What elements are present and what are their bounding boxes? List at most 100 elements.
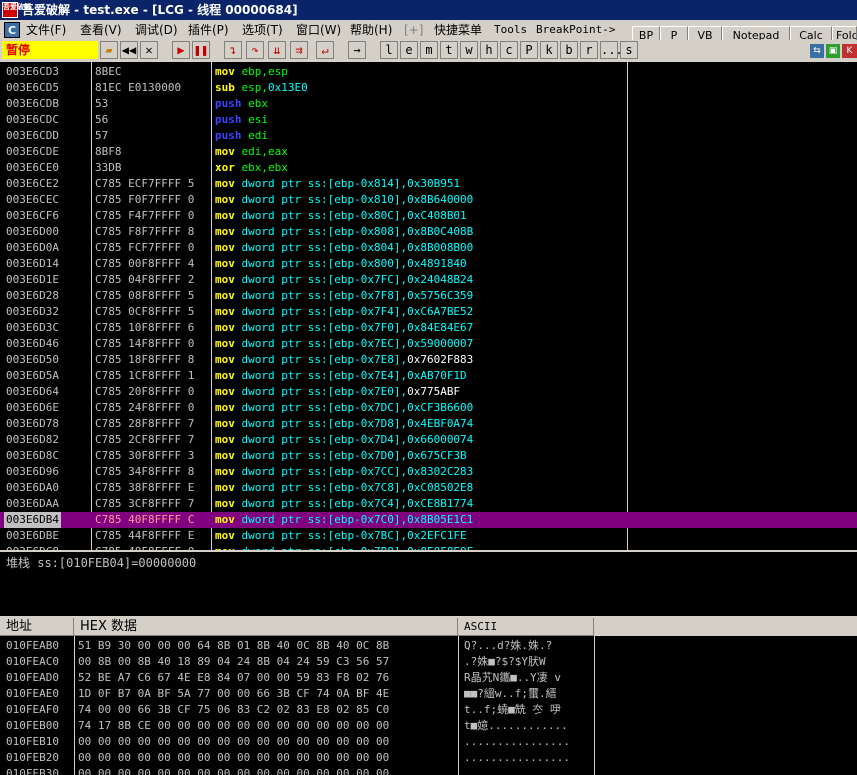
- dump-ascii: ................: [464, 751, 570, 764]
- patches-button[interactable]: P: [520, 41, 538, 59]
- disasm-bytes: C785 18F8FFFF 8: [95, 353, 195, 366]
- threads-button[interactable]: t: [440, 41, 458, 59]
- dump-header-ascii[interactable]: ASCII: [458, 618, 594, 636]
- trace-over-icon[interactable]: ⇉: [290, 41, 308, 59]
- dump-row[interactable]: 010FEB20 00 00 00 00 00 00 00 00 00 00 00…: [0, 750, 857, 766]
- disasm-row[interactable]: 003E6D28 C785 08F8FFFF 5 mov dword ptr ss:…: [0, 288, 857, 304]
- disasm-row[interactable]: 003E6D5A C785 1CF8FFFF 1 mov dword ptr ss:…: [0, 368, 857, 384]
- dump-row[interactable]: 010FEAE0 1D 0F B7 0A BF 5A 77 00 00 66 3B…: [0, 686, 857, 702]
- cpu-button[interactable]: c: [500, 41, 518, 59]
- go-to-icon[interactable]: →: [348, 41, 366, 59]
- disasm-row[interactable]: 003E6D96 C785 34F8FFFF 8 mov dword ptr ss:…: [0, 464, 857, 480]
- menu-help[interactable]: 帮助(H): [350, 20, 392, 40]
- disasm-row[interactable]: 003E6CF6 C785 F4F7FFFF 0 mov dword ptr ss:…: [0, 208, 857, 224]
- disasm-row[interactable]: 003E6CE2 C785 ECF7FFFF 5 mov dword ptr ss:…: [0, 176, 857, 192]
- dump-row[interactable]: 010FEB10 00 00 00 00 00 00 00 00 00 00 00…: [0, 734, 857, 750]
- disasm-row[interactable]: 003E6D14 C785 00F8FFFF 4 mov dword ptr ss:…: [0, 256, 857, 272]
- disassembly-pane[interactable]: 003E6CD3 8BEC mov ebp,esp 003E6CD5 81EC E013…: [0, 62, 857, 550]
- disasm-row[interactable]: 003E6D50 C785 18F8FFFF 8 mov dword ptr ss:…: [0, 352, 857, 368]
- disasm-row[interactable]: 003E6D1E C785 04F8FFFF 2 mov dword ptr ss:…: [0, 272, 857, 288]
- disasm-address: 003E6CD3: [6, 65, 59, 78]
- menu-options[interactable]: 选项(T): [242, 20, 283, 40]
- disasm-operand: ebx,ebx: [241, 161, 288, 174]
- close-icon[interactable]: ✕: [140, 41, 158, 59]
- disasm-instruction: mov edi,eax: [215, 144, 288, 160]
- step-over-icon[interactable]: ↷: [246, 41, 264, 59]
- handles-button[interactable]: h: [480, 41, 498, 59]
- rewind-icon[interactable]: ◀◀: [120, 41, 138, 59]
- disasm-row[interactable]: 003E6CDD 57 push edi: [0, 128, 857, 144]
- disasm-row[interactable]: 003E6D32 C785 0CF8FFFF 5 mov dword ptr ss:…: [0, 304, 857, 320]
- layout-icon[interactable]: ⇆: [810, 44, 824, 58]
- dump-row[interactable]: 010FEAB0 51 B9 30 00 00 00 64 8B 01 8B 40…: [0, 638, 857, 654]
- run-trace-button[interactable]: ...: [600, 41, 623, 59]
- disasm-row[interactable]: 003E6CD3 8BEC mov ebp,esp: [0, 64, 857, 80]
- dump-row[interactable]: 010FEAF0 74 00 00 66 3B CF 75 06 83 C2 02…: [0, 702, 857, 718]
- disasm-mnemonic: mov: [215, 321, 235, 334]
- k-icon[interactable]: K: [842, 44, 857, 58]
- disasm-row[interactable]: 003E6CDB 53 push ebx: [0, 96, 857, 112]
- dump-row[interactable]: 010FEB00 74 17 8B CE 00 00 00 00 00 00 00…: [0, 718, 857, 734]
- pause-icon[interactable]: ❚❚: [192, 41, 210, 59]
- cpu-window-icon[interactable]: C: [4, 22, 20, 38]
- menu-debug[interactable]: 调试(D): [135, 20, 178, 40]
- menu-mdi-restore[interactable]: [+]: [404, 20, 423, 40]
- step-into-icon[interactable]: ↴: [224, 41, 242, 59]
- disasm-row[interactable]: 003E6DB4 C785 40F8FFFF C mov dword ptr ss:…: [0, 512, 857, 528]
- menu-breakpoint[interactable]: BreakPoint->: [536, 20, 615, 40]
- open-folder-icon[interactable]: ▰: [100, 41, 118, 59]
- disasm-instruction: mov dword ptr ss:[ebp-0x7FC],0x24048B24: [215, 272, 473, 288]
- menu-shortcut[interactable]: 快捷菜单: [434, 20, 482, 40]
- executable-modules-button[interactable]: e: [400, 41, 418, 59]
- disasm-operand: dword ptr ss:[ebp-0x7C4],: [241, 497, 408, 510]
- windows-button[interactable]: w: [460, 41, 478, 59]
- disasm-row[interactable]: 003E6D3C C785 10F8FFFF 6 mov dword ptr ss:…: [0, 320, 857, 336]
- dump-row[interactable]: 010FEB30 00 00 00 00 00 00 00 00 00 00 00…: [0, 766, 857, 775]
- disasm-row[interactable]: 003E6CDE 8BF8 mov edi,eax: [0, 144, 857, 160]
- disasm-address: 003E6CD5: [6, 81, 59, 94]
- menu-plugins[interactable]: 插件(P): [188, 20, 229, 40]
- disasm-row[interactable]: 003E6CDC 56 push esi: [0, 112, 857, 128]
- disasm-address: 003E6D3C: [6, 321, 59, 334]
- log-window-button[interactable]: l: [380, 41, 398, 59]
- trace-into-icon[interactable]: ⇊: [268, 41, 286, 59]
- disasm-mnemonic: mov: [215, 529, 235, 542]
- disasm-bytes: C785 04F8FFFF 2: [95, 273, 195, 286]
- stack-info-pane[interactable]: 堆栈 ss:[010FEB04]=00000000: [0, 550, 857, 616]
- disasm-row[interactable]: 003E6DAA C785 3CF8FFFF 7 mov dword ptr ss:…: [0, 496, 857, 512]
- disasm-row[interactable]: 003E6D00 C785 F8F7FFFF 8 mov dword ptr ss:…: [0, 224, 857, 240]
- memory-map-button[interactable]: m: [420, 41, 438, 59]
- disasm-row[interactable]: 003E6CD5 81EC E0130000 sub esp,0x13E0: [0, 80, 857, 96]
- menu-window[interactable]: 窗口(W): [296, 20, 341, 40]
- disasm-row[interactable]: 003E6D82 C785 2CF8FFFF 7 mov dword ptr ss:…: [0, 432, 857, 448]
- menu-file[interactable]: 文件(F): [26, 20, 66, 40]
- execute-till-return-icon[interactable]: ↵: [316, 41, 334, 59]
- green-icon[interactable]: ▣: [826, 44, 840, 58]
- disasm-row[interactable]: 003E6D64 C785 20F8FFFF 0 mov dword ptr ss:…: [0, 384, 857, 400]
- menu-tools[interactable]: Tools: [494, 20, 527, 40]
- run-icon[interactable]: ▶: [172, 41, 190, 59]
- disasm-row[interactable]: 003E6D46 C785 14F8FFFF 0 mov dword ptr ss:…: [0, 336, 857, 352]
- call-stack-button[interactable]: k: [540, 41, 558, 59]
- disasm-row[interactable]: 003E6DA0 C785 38F8FFFF E mov dword ptr ss:…: [0, 480, 857, 496]
- memory-dump-pane[interactable]: 010FEAB0 51 B9 30 00 00 00 64 8B 01 8B 40…: [0, 636, 857, 775]
- disasm-row[interactable]: 003E6CE0 33DB xor ebx,ebx: [0, 160, 857, 176]
- disasm-address: 003E6DBE: [6, 529, 59, 542]
- disasm-instruction: mov dword ptr ss:[ebp-0x808],0x8B0C408B: [215, 224, 473, 240]
- disasm-row[interactable]: 003E6D78 C785 28F8FFFF 7 mov dword ptr ss:…: [0, 416, 857, 432]
- menu-view[interactable]: 查看(V): [80, 20, 122, 40]
- disasm-bytes: C785 ECF7FFFF 5: [95, 177, 195, 190]
- breakpoints-button[interactable]: b: [560, 41, 578, 59]
- disasm-row[interactable]: 003E6D6E C785 24F8FFFF 0 mov dword ptr ss:…: [0, 400, 857, 416]
- references-button[interactable]: r: [580, 41, 598, 59]
- disasm-row[interactable]: 003E6CEC C785 F0F7FFFF 0 mov dword ptr ss:…: [0, 192, 857, 208]
- disasm-row[interactable]: 003E6DBE C785 44F8FFFF E mov dword ptr ss:…: [0, 528, 857, 544]
- dump-row[interactable]: 010FEAD0 52 BE A7 C6 67 4E E8 84 07 00 00…: [0, 670, 857, 686]
- dump-header-address[interactable]: 地址: [0, 618, 74, 636]
- dump-header-hex[interactable]: HEX 数据: [74, 618, 458, 636]
- dump-row[interactable]: 010FEAC0 00 8B 00 8B 40 18 89 04 24 8B 04…: [0, 654, 857, 670]
- disasm-row[interactable]: 003E6D8C C785 30F8FFFF 3 mov dword ptr ss:…: [0, 448, 857, 464]
- disasm-row[interactable]: 003E6D0A C785 FCF7FFFF 0 mov dword ptr ss:…: [0, 240, 857, 256]
- disasm-mnemonic: mov: [215, 369, 235, 382]
- source-button[interactable]: s: [620, 41, 638, 59]
